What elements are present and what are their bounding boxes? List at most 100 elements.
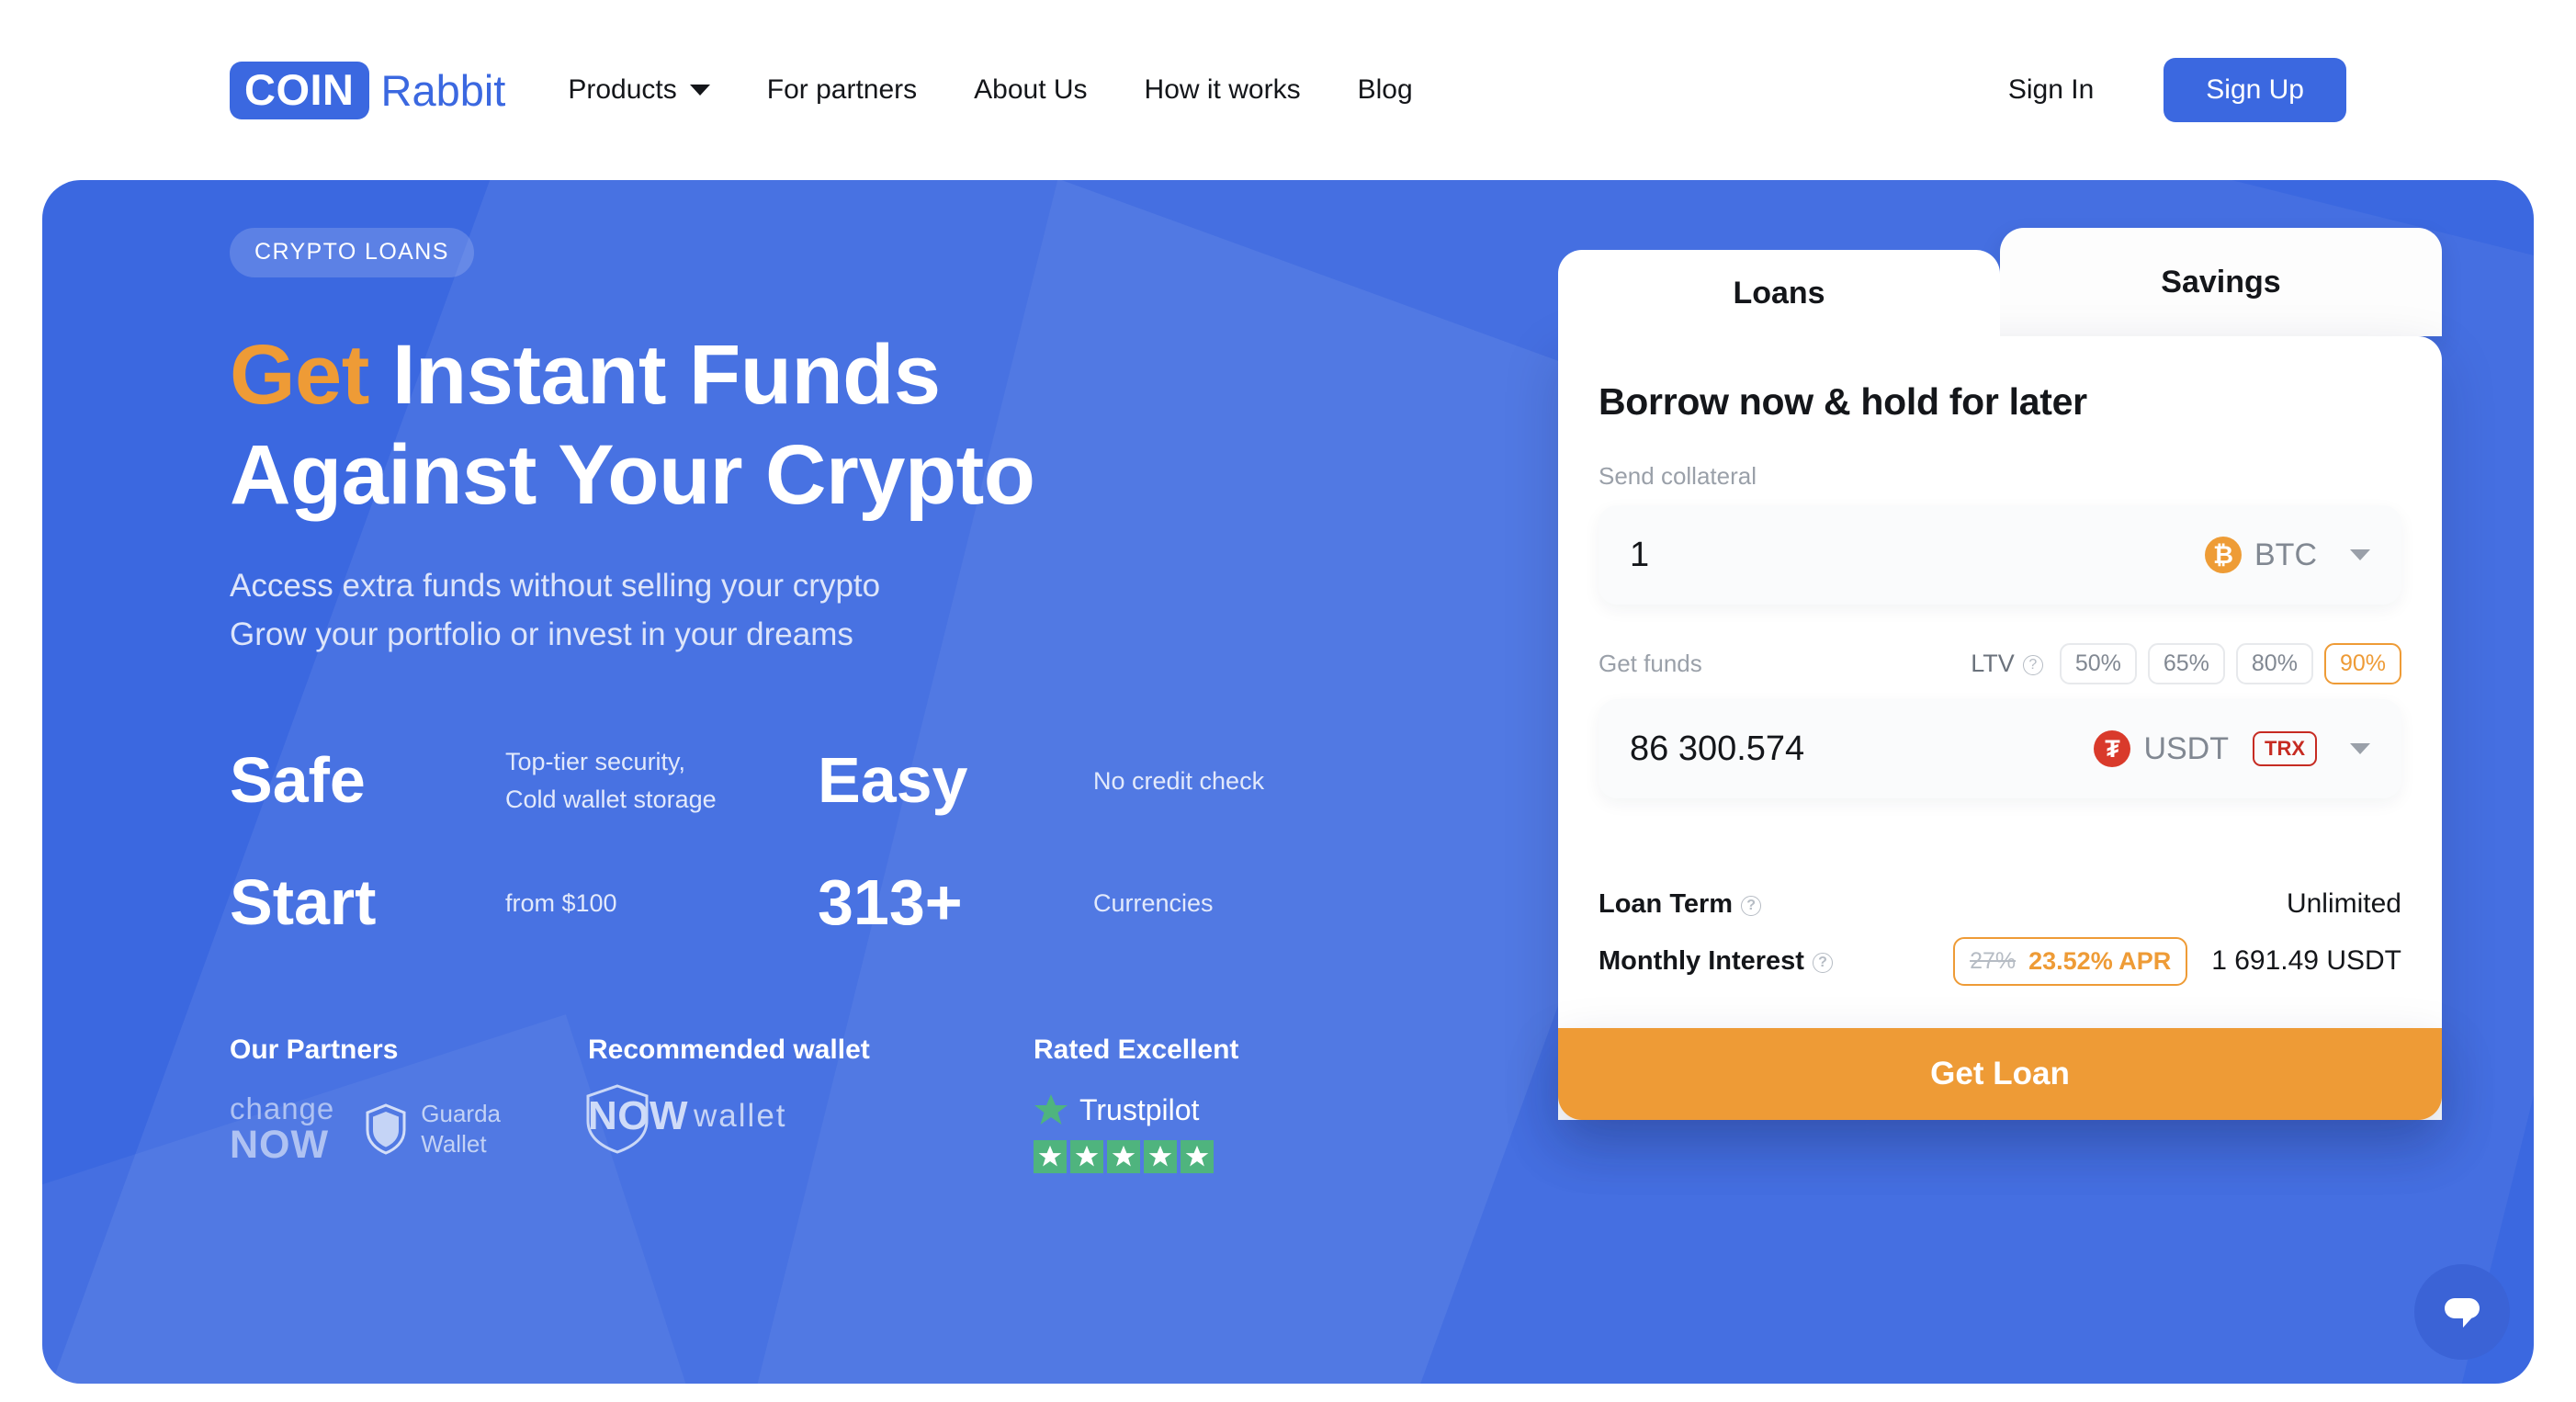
- stat-value-currencies: 313+: [818, 866, 963, 939]
- page-title: Get Instant Funds Against Your Crypto: [230, 325, 1497, 525]
- changenow-logo-bottom: NOW: [230, 1122, 330, 1167]
- our-partners-column: Our Partners change NOW Guarda Wallet: [230, 1035, 588, 1173]
- rating-star: [1144, 1139, 1177, 1173]
- site-header: COIN Rabbit Products For partners About …: [0, 0, 2576, 180]
- ltv-option-90[interactable]: 90%: [2323, 643, 2401, 684]
- sign-up-button[interactable]: Sign Up: [2164, 58, 2346, 122]
- network-chip-trx[interactable]: TRX: [2253, 731, 2317, 766]
- monthly-interest-label: Monthly Interest?: [1599, 946, 1953, 977]
- header-actions: Sign In Sign Up: [2008, 58, 2346, 122]
- hero-subtitle: Access extra funds without selling your …: [230, 561, 1497, 659]
- ltv-help-icon[interactable]: ?: [2022, 655, 2043, 675]
- title-accent-word: Get: [230, 328, 369, 422]
- logo-coin-badge: COIN: [230, 61, 369, 119]
- bitcoin-icon: ₿: [2205, 537, 2242, 573]
- calculator-title: Borrow now & hold for later: [1599, 380, 2087, 423]
- title-rest: Instant Funds: [368, 328, 941, 422]
- calculator-body: Borrow now & hold for later Send collate…: [1558, 336, 2442, 1120]
- tab-loans[interactable]: Loans: [1558, 250, 2000, 336]
- nav-item-for-partners[interactable]: For partners: [767, 74, 917, 106]
- rating-star: [1034, 1139, 1067, 1173]
- stat-value-start: Start: [230, 866, 377, 939]
- shield-outline-icon: [586, 1084, 649, 1154]
- hero-stats-grid: Safe Top-tier security, Cold wallet stor…: [230, 743, 1497, 937]
- loan-term-value: Unlimited: [2286, 888, 2401, 919]
- sign-in-link[interactable]: Sign In: [2008, 74, 2094, 106]
- shield-icon: [366, 1103, 406, 1155]
- logo-rabbit-word: Rabbit: [380, 65, 506, 115]
- trustpilot-star-icon: [1034, 1094, 1068, 1125]
- nav-item-products[interactable]: Products: [568, 74, 710, 106]
- collateral-amount-value[interactable]: 1: [1630, 536, 2205, 575]
- loan-term-label: Loan Term?: [1599, 889, 2287, 920]
- ltv-label-text: LTV: [1971, 650, 2015, 677]
- get-loan-button[interactable]: Get Loan: [1558, 1028, 2442, 1120]
- funds-currency-selector[interactable]: ₮ USDT TRX: [2094, 730, 2317, 767]
- stat-value-safe: Safe: [230, 744, 366, 817]
- stat-desc-currencies: Currencies: [1093, 888, 1214, 917]
- brand-logo[interactable]: COIN Rabbit: [230, 61, 506, 119]
- calculator-tabs: Loans Savings: [1558, 228, 2442, 336]
- loan-term-help-icon[interactable]: ?: [1741, 895, 1762, 916]
- monthly-interest-amount: 1 691.49 USDT: [2211, 945, 2401, 976]
- collateral-currency-name: BTC: [2254, 537, 2317, 572]
- hero-subtitle-line-2: Grow your portfolio or invest in your dr…: [230, 616, 853, 653]
- nav-label-products: Products: [568, 74, 677, 105]
- stat-desc-easy: No credit check: [1093, 766, 1265, 795]
- ltv-options: 50% 65% 80% 90%: [2059, 643, 2401, 684]
- get-funds-input[interactable]: 86 300.574 ₮ USDT TRX: [1599, 699, 2401, 798]
- ltv-selector-row: Get funds LTV? 50% 65% 80% 90%: [1599, 643, 2401, 684]
- rated-excellent-column: Rated Excellent Trustpilot: [1034, 1035, 1401, 1173]
- funds-currency-name: USDT: [2143, 730, 2229, 766]
- chat-widget-button[interactable]: [2414, 1264, 2510, 1360]
- loan-term-label-text: Loan Term: [1599, 888, 1734, 919]
- nowwallet-logo[interactable]: NOW wallet: [586, 1084, 1034, 1154]
- trustpilot-name: Trustpilot: [1079, 1092, 1200, 1126]
- nav-item-about-us[interactable]: About Us: [974, 74, 1087, 106]
- monthly-interest-row: Monthly Interest? 27% 23.52% APR 1 691.4…: [1599, 933, 2401, 989]
- stat-desc-safe: Top-tier security, Cold wallet storage: [505, 748, 717, 813]
- get-funds-label: Get funds: [1599, 650, 1702, 677]
- apr-old-rate: 27%: [1970, 947, 2017, 974]
- main-navigation: Products For partners About Us How it wo…: [568, 74, 1412, 106]
- guarda-line-1: Guarda: [421, 1100, 501, 1128]
- guarda-wallet-logo[interactable]: Guarda Wallet: [364, 1099, 501, 1159]
- tether-icon: ₮: [2094, 730, 2131, 767]
- monthly-interest-help-icon[interactable]: ?: [1812, 952, 1833, 973]
- loan-calculator-card: Loans Savings Borrow now & hold for late…: [1558, 228, 2442, 1384]
- apr-new-rate: 23.52% APR: [2028, 946, 2172, 975]
- loan-terms: Loan Term? Unlimited Monthly Interest? 2…: [1599, 876, 2401, 989]
- rating-star: [1181, 1139, 1214, 1173]
- hero-subtitle-line-1: Access extra funds without selling your …: [230, 568, 881, 605]
- ltv-option-50[interactable]: 50%: [2059, 643, 2137, 684]
- funds-dropdown-caret-icon[interactable]: [2350, 743, 2370, 754]
- nav-item-how-it-works[interactable]: How it works: [1145, 74, 1301, 106]
- collateral-currency-selector[interactable]: ₿ BTC: [2205, 537, 2317, 573]
- apr-badge: 27% 23.52% APR: [1953, 936, 2188, 986]
- guarda-line-2: Wallet: [421, 1129, 487, 1158]
- stat-value-easy: Easy: [818, 744, 968, 817]
- hero-section: CRYPTO LOANS Get Instant Funds Against Y…: [42, 180, 2534, 1384]
- crypto-loans-badge: CRYPTO LOANS: [230, 228, 474, 277]
- stat-desc-start: from $100: [505, 888, 617, 917]
- funds-amount-value[interactable]: 86 300.574: [1630, 729, 2094, 769]
- changenow-logo[interactable]: change NOW: [230, 1093, 334, 1165]
- ltv-option-65[interactable]: 65%: [2147, 643, 2225, 684]
- trustpilot-logo[interactable]: Trustpilot: [1034, 1093, 1401, 1127]
- chevron-down-icon: [689, 85, 710, 96]
- nav-item-blog[interactable]: Blog: [1358, 74, 1413, 106]
- chat-bubble-icon: [2445, 1298, 2480, 1328]
- changenow-logo-top: change: [230, 1091, 335, 1125]
- recommended-wallet-heading: Recommended wallet: [588, 1034, 870, 1065]
- nowwallet-light-text: wallet: [694, 1097, 787, 1134]
- send-collateral-label: Send collateral: [1599, 462, 1757, 490]
- partners-section: Our Partners change NOW Guarda Wallet Re…: [230, 1035, 1497, 1173]
- tab-savings[interactable]: Savings: [2000, 228, 2442, 336]
- collateral-dropdown-caret-icon[interactable]: [2350, 549, 2370, 560]
- title-line-2: Against Your Crypto: [230, 427, 1035, 522]
- guarda-wallet-text: Guarda Wallet: [421, 1099, 501, 1159]
- loan-term-row: Loan Term? Unlimited: [1599, 876, 2401, 933]
- ltv-option-80[interactable]: 80%: [2235, 643, 2313, 684]
- trustpilot-rating-stars: [1034, 1139, 1401, 1173]
- send-collateral-input[interactable]: 1 ₿ BTC: [1599, 505, 2401, 605]
